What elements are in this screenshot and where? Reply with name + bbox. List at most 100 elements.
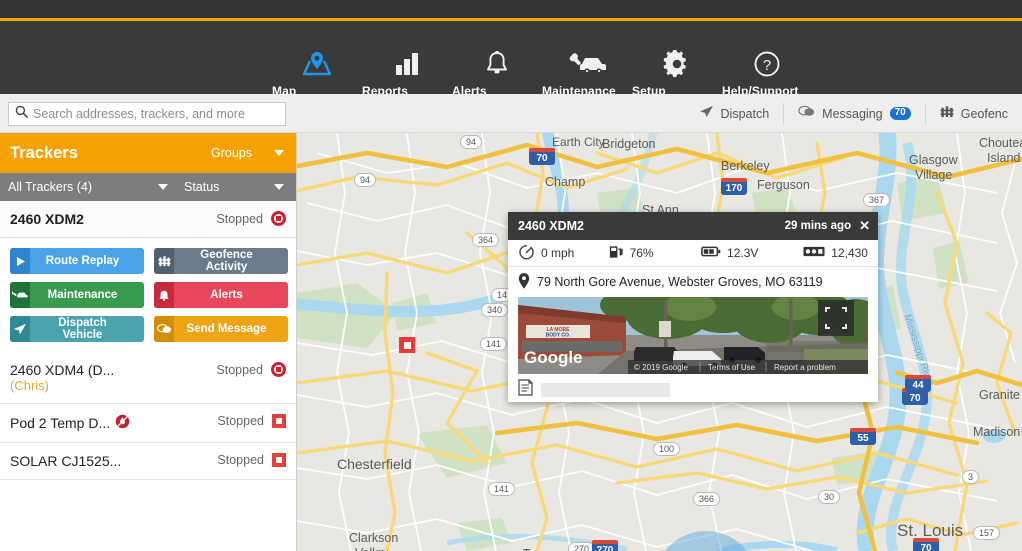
- location-pin-icon: [518, 272, 530, 292]
- send-message-button[interactable]: Send Message: [154, 316, 288, 342]
- speedometer-icon: [518, 244, 535, 263]
- route-replay-button[interactable]: Route Replay: [10, 248, 144, 274]
- battery-icon: [701, 245, 721, 261]
- info-window-timestamp: 29 mins ago: [784, 220, 852, 232]
- fence-icon: [940, 105, 954, 123]
- chevron-down-icon: [274, 150, 284, 156]
- nav-items: Map Reports Alerts Maintenance Setup ? H…: [272, 47, 812, 98]
- search-input[interactable]: Search addresses, trackers, and more: [8, 102, 286, 126]
- geofence-activity-button[interactable]: Geofence Activity: [154, 248, 288, 274]
- trackers-sidebar: Trackers Groups All Trackers (4) Status …: [0, 133, 297, 551]
- map-route-shield: 141: [488, 482, 516, 497]
- note-input[interactable]: [541, 382, 670, 397]
- secondary-toolbar: Search addresses, trackers, and more Dis…: [0, 94, 1022, 133]
- nav-item-reports[interactable]: Reports: [362, 47, 452, 98]
- messaging-count-badge: 70: [889, 107, 911, 120]
- map-route-shield: 340: [481, 303, 509, 318]
- messaging-label: Messaging: [822, 106, 883, 121]
- svg-text:BODY CO.: BODY CO.: [546, 333, 571, 339]
- note-icon[interactable]: [518, 378, 533, 401]
- geofence-activity-label: Geofence Activity: [200, 249, 253, 273]
- tracker-name: 2460 XDM2: [10, 211, 84, 227]
- fence-icon: [154, 248, 174, 274]
- all-trackers-label: All Trackers (4): [8, 180, 93, 194]
- alerts-button[interactable]: Alerts: [154, 282, 288, 308]
- dispatch-label: Dispatch: [720, 106, 770, 121]
- nav-item-alerts[interactable]: Alerts: [452, 47, 542, 98]
- tracker-status: Stopped: [216, 211, 286, 226]
- info-window-header: 2460 XDM2 29 mins ago ✕: [508, 212, 878, 240]
- nav-item-maintenance[interactable]: Maintenance: [542, 47, 632, 98]
- odometer-icon: [803, 245, 825, 261]
- street-view-thumbnail[interactable]: LA MORE BODY CO. Google © 2019 Google Te…: [518, 297, 868, 374]
- alerts-label: Alerts: [210, 289, 243, 301]
- gear-icon: [632, 47, 722, 81]
- status-label: Status: [184, 180, 220, 194]
- map-route-shield: 270: [568, 542, 596, 551]
- geofence-button[interactable]: Geofenc: [924, 102, 1022, 125]
- geofence-label: Geofenc: [960, 106, 1008, 121]
- map-route-shield: 100: [653, 442, 681, 457]
- search-icon: [15, 105, 28, 123]
- tracker-status-label: Stopped: [217, 453, 264, 467]
- car-wrench-icon: [10, 282, 30, 308]
- map-route-shield: 141: [480, 337, 508, 352]
- main-navigation-bar: Map Reports Alerts Maintenance Setup ? H…: [0, 21, 1022, 98]
- map-interstate-shield: 170: [721, 178, 747, 195]
- nav-item-setup[interactable]: Setup: [632, 47, 722, 98]
- groups-label: Groups: [211, 146, 252, 160]
- paper-plane-icon: [10, 316, 30, 342]
- nav-item-map[interactable]: Map: [272, 47, 362, 98]
- messaging-button[interactable]: Messaging 70: [783, 102, 925, 125]
- map-interstate-shield: 70: [529, 148, 555, 165]
- fuel-pump-icon: [608, 244, 624, 263]
- chat-bubble-icon: [798, 105, 815, 123]
- all-trackers-dropdown[interactable]: All Trackers (4): [0, 180, 178, 194]
- maintenance-button[interactable]: Maintenance: [10, 282, 144, 308]
- tracker-name: Pod 2 Temp D...: [10, 415, 111, 431]
- dispatch-vehicle-label: Dispatch Vehicle: [58, 317, 107, 341]
- chevron-down-icon: [274, 184, 284, 190]
- tracker-list-item[interactable]: 2460 XDM2 Stopped: [0, 201, 296, 238]
- tracker-info-window[interactable]: 2460 XDM2 29 mins ago ✕ 0 mph 76% 12.3V …: [508, 212, 878, 402]
- groups-selector[interactable]: Groups: [211, 146, 284, 160]
- bell-icon: [154, 282, 174, 308]
- map-route-shield: 30: [818, 490, 841, 505]
- tracker-name: SOLAR CJ1525...: [10, 453, 122, 469]
- dispatch-button[interactable]: Dispatch: [685, 103, 784, 125]
- status-stopped-icon: [272, 453, 286, 467]
- status-sort-dropdown[interactable]: Status: [178, 180, 296, 194]
- map-route-shield: 157: [973, 526, 1001, 541]
- stat-speed: 0 mph: [518, 244, 608, 263]
- map-route-shield: 366: [693, 492, 721, 507]
- tracker-name: 2460 XDM4 (D...: [10, 362, 115, 378]
- map-interstate-shield: 270: [592, 540, 618, 551]
- tracker-status-label: Stopped: [216, 362, 263, 377]
- map-interstate-shield: 70: [913, 538, 939, 551]
- tracker-driver-name: (Chris): [10, 378, 49, 393]
- stat-voltage-value: 12.3V: [727, 246, 759, 260]
- map-route-shield: 94: [460, 135, 483, 150]
- send-message-label: Send Message: [186, 323, 267, 335]
- search-placeholder: Search addresses, trackers, and more: [33, 107, 245, 121]
- nav-item-help-support[interactable]: ? Help/Support: [722, 47, 812, 98]
- info-window-footer: [508, 374, 878, 402]
- street-view-image: LA MORE BODY CO. Google © 2019 Google Te…: [518, 297, 868, 374]
- stat-odometer: 12,430: [803, 245, 868, 261]
- map-canvas[interactable]: Earth City Bridgeton Berkeley Ferguson Champ…: [297, 133, 1022, 551]
- dispatch-vehicle-button[interactable]: Dispatch Vehicle: [10, 316, 144, 342]
- tracker-list-item[interactable]: Pod 2 Temp D... Stopped: [0, 404, 296, 443]
- svg-text:Report a problem: Report a problem: [774, 363, 836, 372]
- stat-fuel-value: 76%: [629, 246, 654, 260]
- map-interstate-shield: 44: [905, 375, 931, 392]
- tracker-list-item[interactable]: 2460 XDM4 (D... Stopped (Chris): [0, 352, 296, 404]
- play-icon: [10, 248, 30, 274]
- status-stopped-icon: [272, 414, 286, 428]
- map-marker-secondary[interactable]: [399, 337, 415, 353]
- close-icon[interactable]: ✕: [859, 218, 870, 234]
- tracker-list-item[interactable]: SOLAR CJ1525... Stopped: [0, 443, 296, 480]
- bar-chart-icon: [362, 47, 452, 81]
- info-window-address: 79 North Gore Avenue, Webster Groves, MO…: [537, 275, 823, 289]
- status-stopped-icon: [399, 337, 415, 353]
- toolbar-actions: Dispatch Messaging 70 Geofenc: [685, 94, 1022, 133]
